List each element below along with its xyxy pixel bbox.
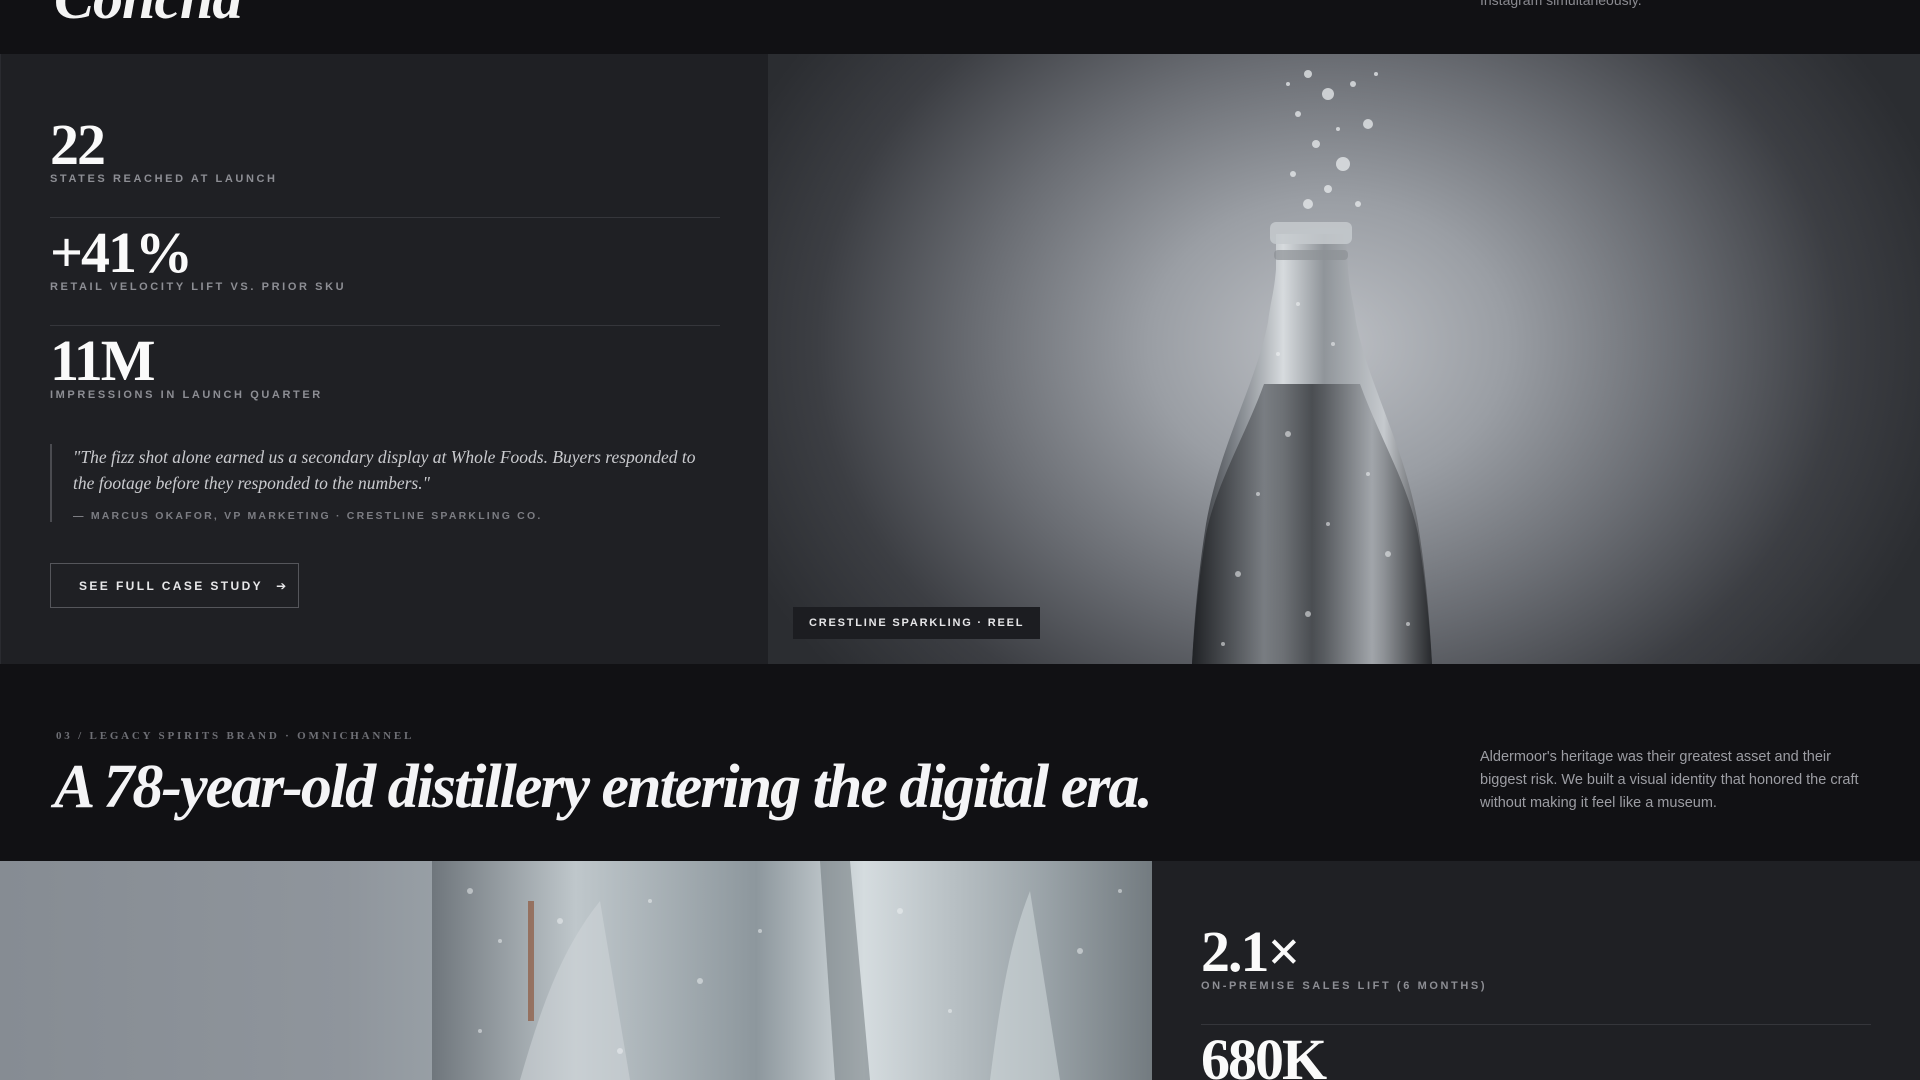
stat-value: 680K [1201,1027,1327,1080]
stat-item: +41% RETAIL VELOCITY LIFT VS. PRIOR SKU [50,218,720,326]
stat-value: +41% [50,220,193,285]
stat-label: ON-PREMISE SALES LIFT (6 MONTHS) [1201,980,1488,992]
stats-list: 2.1× ON-PREMISE SALES LIFT (6 MONTHS) 68… [1201,917,1871,1080]
case-results-panel: 22 STATES REACHED AT LAUNCH +41% RETAIL … [0,54,768,664]
stat-item: 22 STATES REACHED AT LAUNCH [50,110,720,218]
case-study-aldermoor: 2.1× ON-PREMISE SALES LIFT (6 MONTHS) 68… [0,861,1920,1080]
case-headline: A 78-year-old distillery entering the di… [54,753,1153,821]
previous-case-title: Concha [54,0,242,33]
case-results-panel: 2.1× ON-PREMISE SALES LIFT (6 MONTHS) 68… [1152,861,1920,1080]
stat-value: 22 [50,112,106,177]
stat-label: RETAIL VELOCITY LIFT VS. PRIOR SKU [50,281,347,293]
stat-value: 11M [50,328,156,393]
quote-text: "The fizz shot alone earned us a seconda… [73,447,696,493]
quote-attribution: — MARCUS OKAFOR, VP MARKETING · CRESTLIN… [73,510,543,522]
stat-label: IMPRESSIONS IN LAUNCH QUARTER [50,389,323,401]
previous-case-header: Concha Instagram simultaneously. [0,0,1920,54]
see-full-case-study-button[interactable]: SEE FULL CASE STUDY ➔ [50,563,299,608]
image-caption-text: CRESTLINE SPARKLING · REEL [809,617,1025,629]
bottle-reel-image: CRESTLINE SPARKLING · REEL [768,54,1920,664]
case-study-aldermoor-header: 03 / LEGACY SPIRITS BRAND · OMNICHANNEL … [0,664,1920,861]
previous-case-description: Instagram simultaneously. [1480,0,1642,8]
arrow-right-icon: ➔ [276,578,287,593]
distillery-bottle-image [0,861,1152,1080]
sparkling-bottle-illustration [1192,70,1432,664]
image-caption-tag: CRESTLINE SPARKLING · REEL [793,607,1041,639]
stats-list: 22 STATES REACHED AT LAUNCH +41% RETAIL … [50,110,720,434]
testimonial-quote: "The fizz shot alone earned us a seconda… [50,444,720,522]
case-description: Aldermoor's heritage was their greatest … [1480,749,1859,811]
stat-item: 11M IMPRESSIONS IN LAUNCH QUARTER [50,326,720,434]
condensation-bottle-illustration [432,861,1152,1080]
case-eyebrow: 03 / LEGACY SPIRITS BRAND · OMNICHANNEL [56,730,415,742]
stat-item: 2.1× ON-PREMISE SALES LIFT (6 MONTHS) [1201,917,1871,1025]
case-study-crestline: 22 STATES REACHED AT LAUNCH +41% RETAIL … [0,54,1920,664]
stat-label: STATES REACHED AT LAUNCH [50,173,278,185]
cta-label: SEE FULL CASE STUDY [79,578,264,593]
stat-value: 2.1× [1201,919,1301,984]
stat-item: 680K [1201,1025,1871,1080]
